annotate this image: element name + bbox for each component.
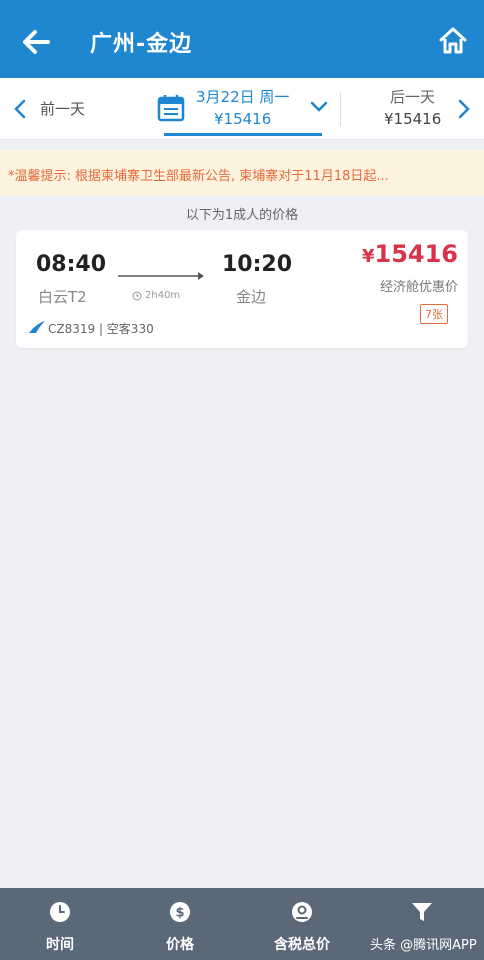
travel-notice-banner[interactable]: *温馨提示: 根据柬埔寨卫生部最新公告, 柬埔寨对于11月18日起... — [0, 150, 484, 196]
arrival-airport: 金边 — [236, 288, 267, 306]
date-selector-bar: 前一天 3月22日 周一 ¥15416 后一天 ¥15416 — [0, 78, 484, 140]
chevron-down-icon[interactable] — [310, 100, 328, 114]
back-arrow-icon[interactable] — [18, 24, 54, 60]
tab-label: 时间 — [46, 937, 74, 953]
price-value: 15416 — [374, 240, 459, 268]
tax-included-price-tab[interactable]: 含税总价 — [252, 888, 352, 960]
chevron-left-icon[interactable] — [12, 98, 28, 120]
price-icon: $ — [170, 902, 190, 922]
previous-day-button[interactable]: 前一天 — [40, 98, 85, 119]
filter-funnel-icon — [412, 903, 432, 921]
tab-label: 价格 — [166, 937, 194, 953]
chevron-right-icon[interactable] — [456, 98, 472, 120]
duration-text: 2h40m — [145, 290, 181, 301]
watermark: 头条 @腾讯网APP — [370, 938, 477, 953]
flight-number-aircraft: CZ8319 | 空客330 — [48, 322, 154, 336]
departure-time: 08:40 — [36, 252, 107, 277]
flight-card[interactable]: 08:40 白云T2 2h40m 10:20 金边 ¥15416 经济舱优惠价 … — [16, 230, 468, 348]
selected-date[interactable]: 3月22日 周一 — [196, 86, 289, 107]
top-app-bar: 广州-金边 — [0, 0, 484, 78]
selected-date-price[interactable]: ¥15416 — [214, 110, 271, 128]
tax-price-icon — [292, 902, 312, 922]
flight-duration: 2h40m — [132, 290, 180, 301]
sort-by-time-tab[interactable]: 时间 — [10, 888, 110, 960]
price-basis-note: 以下为1成人的价格 — [185, 208, 299, 223]
home-icon[interactable] — [438, 26, 468, 56]
clock-icon — [132, 291, 142, 300]
price-currency: ¥ — [361, 246, 375, 267]
tab-label: 含税总价 — [274, 937, 330, 953]
next-day-price[interactable]: ¥15416 — [384, 110, 441, 128]
cabin-class: 经济舱优惠价 — [379, 280, 458, 295]
flight-price: ¥15416 — [362, 240, 458, 268]
calendar-icon[interactable] — [156, 93, 186, 123]
arrival-time: 10:20 — [222, 252, 293, 277]
sort-by-price-tab[interactable]: $ 价格 — [130, 888, 230, 960]
route-arrow-icon — [118, 272, 204, 280]
next-day-button[interactable]: 后一天 — [390, 86, 435, 107]
svg-text:$: $ — [175, 906, 184, 921]
page-title: 广州-金边 — [90, 32, 193, 57]
airline-logo-icon — [29, 321, 45, 333]
date-divider — [340, 92, 341, 126]
departure-airport: 白云T2 — [38, 288, 87, 306]
clock-icon — [50, 902, 70, 922]
remaining-seats-badge: 7张 — [420, 304, 448, 324]
selected-date-indicator — [164, 133, 322, 136]
